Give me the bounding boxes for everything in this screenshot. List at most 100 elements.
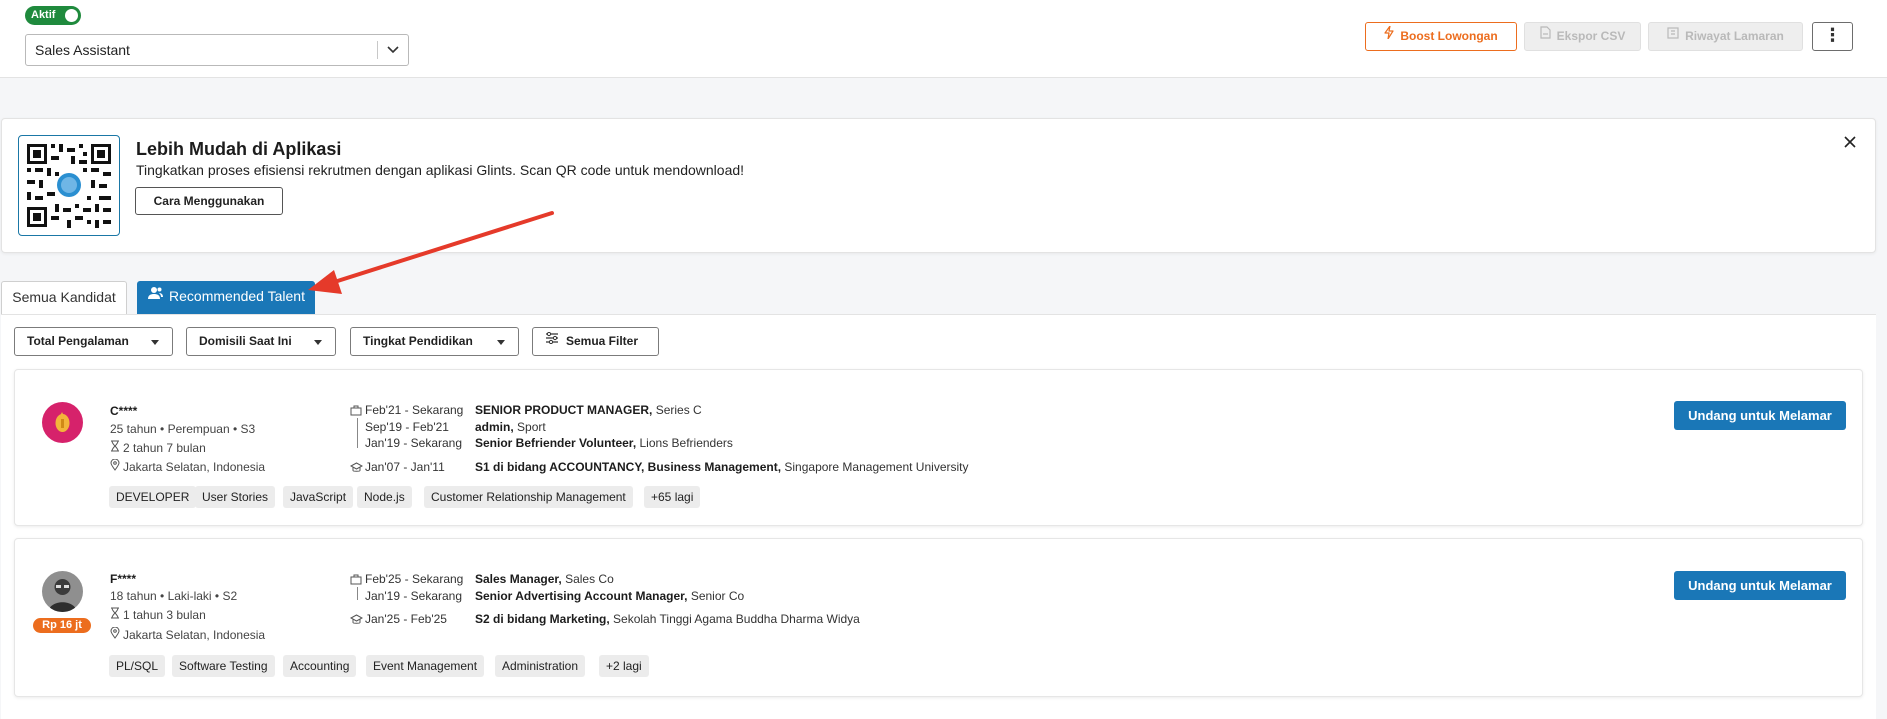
- work-date: Feb'21 - Sekarang: [365, 403, 464, 417]
- briefcase-icon: [350, 404, 362, 419]
- hourglass-icon: [110, 607, 120, 622]
- work-date: Jan'19 - Sekarang: [365, 436, 463, 450]
- filter-domicile[interactable]: Domisili Saat Ini: [186, 327, 336, 356]
- avatar: [42, 402, 83, 443]
- timeline-line: [357, 587, 358, 600]
- education-date: Jan'07 - Jan'11: [365, 460, 445, 474]
- work-detail: admin, Sport: [475, 420, 546, 434]
- toggle-knob: [65, 9, 78, 22]
- caret-down-icon: [151, 340, 159, 345]
- skill-tag: Customer Relationship Management: [424, 486, 633, 508]
- tab-all-label: Semua Kandidat: [12, 289, 116, 305]
- banner-title: Lebih Mudah di Aplikasi: [136, 139, 342, 159]
- education-date: Jan'25 - Feb'25: [365, 612, 447, 626]
- education-school: Singapore Management University: [784, 460, 969, 474]
- chevron-down-icon: [387, 35, 399, 75]
- export-label: Ekspor CSV: [1556, 29, 1626, 43]
- more-options-button[interactable]: ⋮: [1812, 22, 1853, 51]
- candidate-card[interactable]: Rp 16 jt F**** 18 tahun • Laki-laki • S2…: [14, 538, 1863, 697]
- more-skills-tag[interactable]: +2 lagi: [599, 655, 649, 677]
- top-header: Aktif Sales Assistant Boost Lowongan Eks…: [0, 0, 1887, 78]
- work-company: Senior Co: [690, 589, 745, 603]
- history-icon: [1667, 22, 1679, 49]
- location: Jakarta Selatan, Indonesia: [110, 626, 266, 642]
- boost-button[interactable]: Boost Lowongan: [1365, 22, 1517, 51]
- skill-tag: Software Testing: [172, 655, 275, 677]
- skill-tag: Administration: [495, 655, 586, 677]
- how-to-use-button[interactable]: Cara Menggunakan: [135, 187, 283, 215]
- more-skills-tag[interactable]: +65 lagi: [644, 486, 701, 508]
- work-company: Sport: [517, 420, 546, 434]
- work-title: admin,: [475, 420, 514, 434]
- filter-education-label: Tingkat Pendidikan: [363, 334, 473, 348]
- job-select-value: Sales Assistant: [35, 42, 130, 58]
- close-icon[interactable]: [1843, 135, 1859, 151]
- avatar: [42, 571, 83, 612]
- filter-education[interactable]: Tingkat Pendidikan: [350, 327, 519, 356]
- export-csv-button[interactable]: Ekspor CSV: [1524, 22, 1641, 51]
- work-title: Senior Befriender Volunteer,: [475, 436, 637, 450]
- app-download-banner: Lebih Mudah di Aplikasi Tingkatkan prose…: [1, 118, 1876, 253]
- work-date: Feb'25 - Sekarang: [365, 572, 464, 586]
- candidate-meta: 25 tahun • Perempuan • S3: [110, 422, 256, 436]
- location-pin-icon: [110, 626, 120, 642]
- history-label: Riwayat Lamaran: [1685, 29, 1784, 43]
- skill-tag: Node.js: [357, 486, 412, 508]
- lightning-icon: [1384, 22, 1394, 49]
- sliders-icon: [545, 327, 559, 354]
- timeline-line: [357, 418, 358, 448]
- banner-description: Tingkatkan proses efisiensi rekrutmen de…: [136, 162, 745, 178]
- file-export-icon: [1540, 22, 1551, 49]
- skill-tag: PL/SQL: [109, 655, 166, 677]
- work-date: Jan'19 - Sekarang: [365, 589, 463, 603]
- experience-total-label: 1 tahun 3 bulan: [123, 608, 206, 622]
- hourglass-icon: [110, 440, 120, 455]
- education-detail: S2 di bidang Marketing, Sekolah Tinggi A…: [475, 612, 860, 626]
- work-company: Series C: [655, 403, 702, 417]
- location-label: Jakarta Selatan, Indonesia: [123, 628, 266, 642]
- status-toggle[interactable]: Aktif: [25, 6, 81, 25]
- work-detail: Senior Advertising Account Manager, Seni…: [475, 589, 744, 603]
- skill-tag: Event Management: [366, 655, 485, 677]
- invite-to-apply-button[interactable]: Undang untuk Melamar: [1674, 571, 1846, 600]
- filter-experience[interactable]: Total Pengalaman: [14, 327, 173, 356]
- graduation-cap-icon: [349, 613, 364, 628]
- boost-label: Boost Lowongan: [1400, 29, 1498, 43]
- experience-total: 1 tahun 3 bulan: [110, 607, 206, 622]
- location-label: Jakarta Selatan, Indonesia: [123, 460, 266, 474]
- candidate-card[interactable]: C**** 25 tahun • Perempuan • S3 2 tahun …: [14, 369, 1863, 526]
- tab-recommended-label: Recommended Talent: [169, 288, 305, 304]
- location: Jakarta Selatan, Indonesia: [110, 458, 266, 474]
- tab-all-candidates[interactable]: Semua Kandidat: [1, 281, 127, 314]
- work-title: Sales Manager,: [475, 572, 562, 586]
- skill-tag: Accounting: [283, 655, 357, 677]
- education-title: S2 di bidang Marketing,: [475, 612, 610, 626]
- briefcase-icon: [350, 573, 362, 588]
- location-pin-icon: [110, 458, 120, 474]
- education-title: S1 di bidang ACCOUNTANCY, Business Manag…: [475, 460, 782, 474]
- education-detail: S1 di bidang ACCOUNTANCY, Business Manag…: [475, 460, 969, 474]
- filter-domicile-label: Domisili Saat Ini: [199, 334, 292, 348]
- select-divider: [377, 41, 378, 59]
- tab-recommended-talent[interactable]: Recommended Talent: [137, 281, 315, 314]
- filter-all[interactable]: Semua Filter: [532, 327, 659, 356]
- history-button[interactable]: Riwayat Lamaran: [1648, 22, 1803, 51]
- salary-badge: Rp 16 jt: [33, 618, 91, 633]
- candidate-name: C****: [110, 404, 138, 418]
- filter-experience-label: Total Pengalaman: [27, 334, 129, 348]
- work-detail: SENIOR PRODUCT MANAGER, Series C: [475, 403, 702, 417]
- graduation-cap-icon: [349, 461, 364, 476]
- caret-down-icon: [314, 340, 322, 345]
- qr-code-image: [18, 135, 120, 236]
- work-title: Senior Advertising Account Manager,: [475, 589, 688, 603]
- skill-tag: User Stories: [195, 486, 276, 508]
- more-icon: ⋮: [1823, 25, 1842, 45]
- work-company: Sales Co: [565, 572, 614, 586]
- skill-tag: DEVELOPER: [109, 486, 197, 508]
- users-icon: [147, 280, 164, 311]
- caret-down-icon: [497, 340, 505, 345]
- filter-all-label: Semua Filter: [566, 334, 639, 348]
- experience-total-label: 2 tahun 7 bulan: [123, 441, 206, 455]
- invite-to-apply-button[interactable]: Undang untuk Melamar: [1674, 401, 1846, 430]
- job-select[interactable]: Sales Assistant: [25, 34, 409, 66]
